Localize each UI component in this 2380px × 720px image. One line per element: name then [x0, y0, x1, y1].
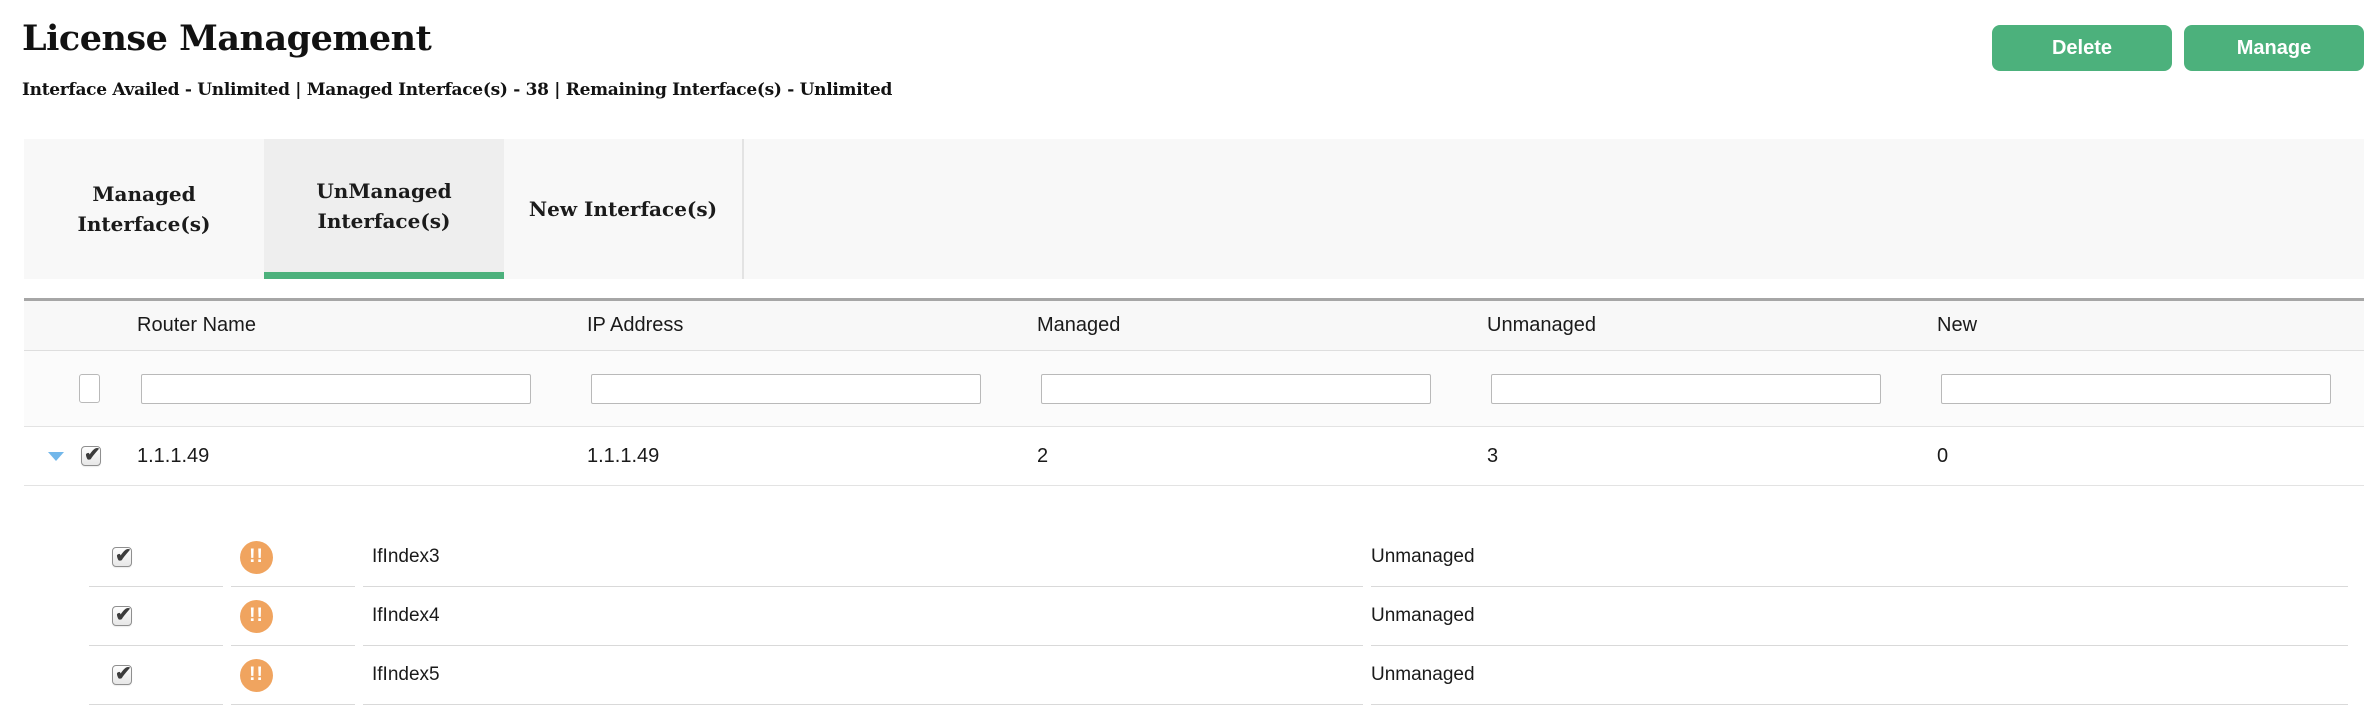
- interface-list: !! IfIndex3 Unmanaged !! IfIndex4 Unmana…: [89, 528, 2348, 705]
- managed-filter-input[interactable]: [1041, 374, 1431, 404]
- page-title: License Management: [22, 18, 431, 59]
- new-filter-input[interactable]: [1941, 374, 2331, 404]
- tab-new-interfaces[interactable]: New Interface(s): [504, 139, 744, 279]
- unmanaged-filter-input[interactable]: [1491, 374, 1881, 404]
- warning-icon: !!: [240, 541, 273, 574]
- interface-status: Unmanaged: [1371, 587, 2348, 646]
- new-count-cell: 0: [1935, 445, 2364, 468]
- interface-name: IfIndex4: [363, 587, 1363, 646]
- router-row-checkbox[interactable]: [81, 446, 101, 466]
- filter-row: [24, 351, 2364, 427]
- collapse-row-caret-icon[interactable]: [48, 452, 64, 461]
- delete-button[interactable]: Delete: [1992, 25, 2172, 71]
- interface-status-icon-cell: !!: [231, 587, 355, 646]
- managed-count-cell: 2: [1035, 445, 1485, 468]
- manage-button[interactable]: Manage: [2184, 25, 2364, 71]
- interface-tabs: Managed Interface(s) UnManaged Interface…: [24, 139, 2364, 279]
- license-summary: Interface Availed - Unlimited | Managed …: [22, 80, 892, 100]
- interfaces-table: Router Name IP Address Managed Unmanaged…: [24, 298, 2364, 705]
- interface-name: IfIndex3: [363, 528, 1363, 587]
- router-name-filter-input[interactable]: [141, 374, 531, 404]
- unmanaged-count-cell: 3: [1485, 445, 1935, 468]
- column-header-managed: Managed: [1035, 314, 1485, 337]
- page-header: License Management Interface Availed - U…: [22, 0, 2364, 120]
- router-row: 1.1.1.49 1.1.1.49 2 3 0: [24, 427, 2364, 486]
- interface-row-checkbox-cell: [89, 528, 223, 587]
- warning-icon: !!: [240, 659, 273, 692]
- interface-row-checkbox-cell: [89, 587, 223, 646]
- interface-checkbox[interactable]: [112, 547, 132, 567]
- ip-address-filter-input[interactable]: [591, 374, 981, 404]
- interface-name: IfIndex5: [363, 646, 1363, 705]
- column-header-router-name: Router Name: [135, 314, 585, 337]
- select-all-checkbox[interactable]: [79, 374, 100, 403]
- tab-unmanaged-interfaces[interactable]: UnManaged Interface(s): [264, 139, 504, 279]
- router-name-cell: 1.1.1.49: [135, 445, 585, 468]
- interface-checkbox[interactable]: [112, 606, 132, 626]
- column-header-ip-address: IP Address: [585, 314, 1035, 337]
- warning-icon: !!: [240, 600, 273, 633]
- interface-status: Unmanaged: [1371, 528, 2348, 587]
- interface-checkbox[interactable]: [112, 665, 132, 685]
- table-header-row: Router Name IP Address Managed Unmanaged…: [24, 298, 2364, 351]
- column-header-unmanaged: Unmanaged: [1485, 314, 1935, 337]
- interface-row-checkbox-cell: [89, 646, 223, 705]
- interface-status-icon-cell: !!: [231, 646, 355, 705]
- interface-status-icon-cell: !!: [231, 528, 355, 587]
- header-buttons: Delete Manage: [1992, 25, 2364, 71]
- tab-managed-interfaces[interactable]: Managed Interface(s): [24, 139, 264, 279]
- ip-address-cell: 1.1.1.49: [585, 445, 1035, 468]
- interface-status: Unmanaged: [1371, 646, 2348, 705]
- column-header-new: New: [1935, 314, 2364, 337]
